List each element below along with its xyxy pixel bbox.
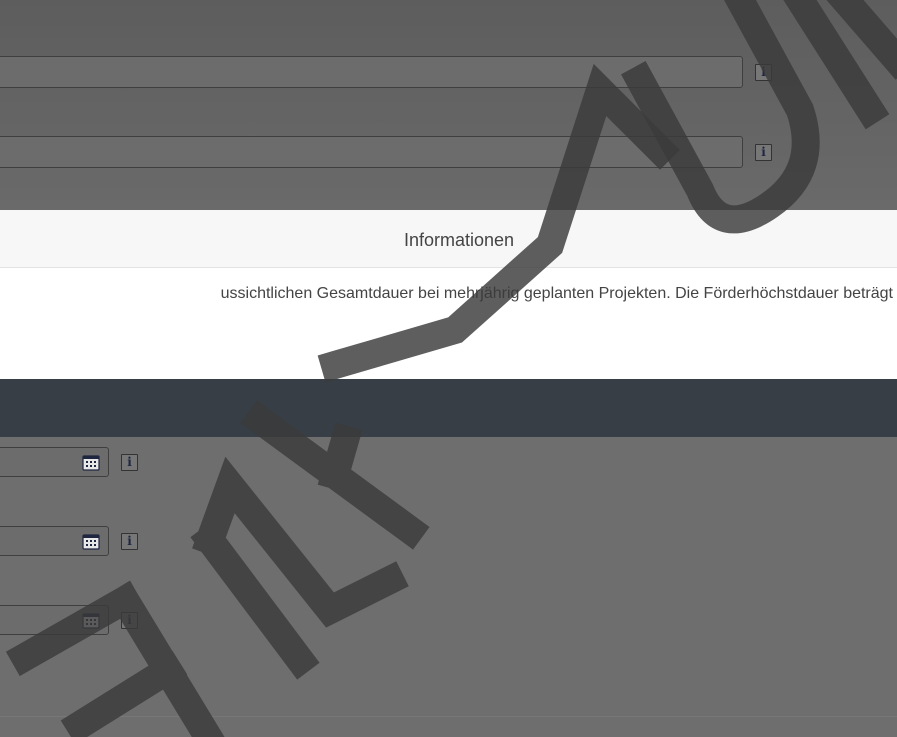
modal-body-text: ussichtlichen Gesamtdauer bei mehrjährig…	[220, 285, 893, 302]
calendar-icon[interactable]	[82, 454, 100, 471]
text-field-2[interactable]	[0, 136, 743, 168]
section-divider	[0, 716, 897, 717]
calendar-icon[interactable]	[82, 612, 100, 629]
modal-footer-band	[0, 379, 897, 437]
form-bottom-section: i i i	[0, 437, 897, 737]
calendar-icon[interactable]	[82, 533, 100, 550]
info-icon[interactable]: i	[121, 533, 138, 550]
date-field-3[interactable]	[0, 605, 109, 635]
info-icon[interactable]: i	[755, 144, 772, 161]
info-icon[interactable]: i	[121, 454, 138, 471]
modal-title: Informationen	[404, 230, 515, 250]
text-field-1[interactable]	[0, 56, 743, 88]
info-icon[interactable]: i	[755, 64, 772, 81]
form-top-section: i i	[0, 0, 897, 210]
modal-header: Informationen	[0, 210, 897, 268]
info-icon[interactable]: i	[121, 612, 138, 629]
date-field-2[interactable]	[0, 526, 109, 556]
date-field-1[interactable]	[0, 447, 109, 477]
info-modal: Informationen ussichtlichen Gesamtdauer …	[0, 210, 897, 379]
modal-body: ussichtlichen Gesamtdauer bei mehrjährig…	[0, 268, 897, 379]
